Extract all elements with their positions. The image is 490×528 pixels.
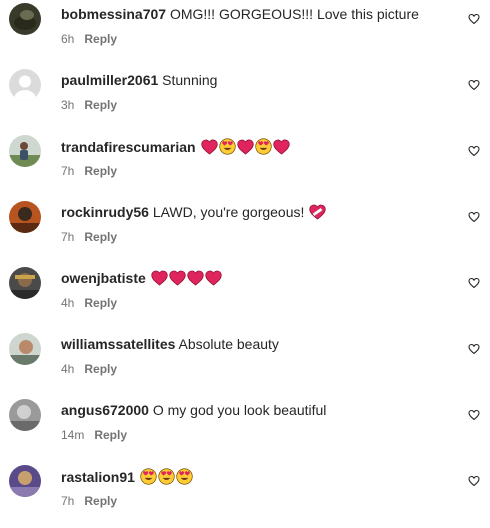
comment-body: O my god you look beautiful	[148, 402, 327, 418]
comment-body: OMG!!! GORGEOUS!!! Love this picture	[166, 6, 419, 22]
mending-heart-emoji	[309, 204, 326, 220]
like-heart-icon[interactable]	[468, 343, 480, 355]
comment-time: 7h	[61, 494, 75, 508]
red-heart-emoji	[169, 270, 186, 286]
red-heart-emoji	[151, 270, 168, 286]
comment-text: trandafirescumarian	[61, 138, 290, 156]
like-heart-icon[interactable]	[468, 475, 480, 487]
comment-meta: 6h Reply	[61, 32, 117, 46]
comment-text: paulmiller2061 Stunning	[61, 72, 217, 89]
comment-username[interactable]: paulmiller2061	[61, 72, 158, 88]
avatar[interactable]	[9, 3, 41, 35]
comment-body	[135, 469, 139, 485]
comment-item: rockinrudy56 LAWD, you're gorgeous! 7h Re…	[0, 198, 490, 264]
comment-username[interactable]: rastalion91	[61, 469, 135, 485]
comment-body	[146, 270, 150, 286]
like-heart-icon[interactable]	[468, 211, 480, 223]
comment-meta: 4h Reply	[61, 362, 117, 376]
like-heart-icon[interactable]	[468, 145, 480, 157]
comment-item: rastalion91 7h Reply	[0, 462, 490, 528]
comment-time: 14m	[61, 428, 85, 442]
comment-body	[196, 139, 200, 155]
avatar[interactable]	[9, 399, 41, 431]
comment-meta: 7h Reply	[61, 164, 117, 178]
like-heart-icon[interactable]	[468, 409, 480, 421]
comment-username[interactable]: williamssatellites	[61, 336, 175, 352]
avatar[interactable]	[9, 69, 41, 101]
avatar[interactable]	[9, 333, 41, 365]
heart-eyes-emoji	[140, 468, 157, 485]
like-heart-icon[interactable]	[468, 277, 480, 289]
reply-button[interactable]: Reply	[84, 230, 117, 244]
avatar[interactable]	[9, 201, 41, 233]
comment-meta: 3h Reply	[61, 98, 117, 112]
comment-time: 4h	[61, 362, 75, 376]
comment-username[interactable]: bobmessina707	[61, 6, 166, 22]
comment-time: 3h	[61, 98, 75, 112]
reply-button[interactable]: Reply	[84, 296, 117, 310]
red-heart-emoji	[236, 139, 254, 155]
reply-button[interactable]: Reply	[94, 428, 127, 442]
comment-time: 7h	[61, 164, 75, 178]
comment-item: owenjbatiste 4h Reply	[0, 264, 490, 330]
reply-button[interactable]: Reply	[84, 32, 117, 46]
reply-button[interactable]: Reply	[84, 98, 117, 112]
red-heart-emoji	[187, 270, 204, 286]
comment-item: trandafirescumarian 7h Reply	[0, 132, 490, 198]
comment-text: williamssatellites Absolute beauty	[61, 336, 279, 353]
comment-username[interactable]: trandafirescumarian	[61, 139, 196, 155]
avatar[interactable]	[9, 465, 41, 497]
comment-text: owenjbatiste	[61, 270, 222, 287]
red-heart-emoji	[200, 139, 218, 155]
comment-body: Stunning	[158, 72, 218, 88]
comment-item: paulmiller2061 Stunning 3h Reply	[0, 66, 490, 132]
heart-eyes-emoji	[176, 468, 193, 485]
like-heart-icon[interactable]	[468, 13, 480, 25]
comment-text: rastalion91	[61, 468, 193, 486]
red-heart-emoji	[205, 270, 222, 286]
comment-body: LAWD, you're gorgeous!	[148, 204, 309, 220]
reply-button[interactable]: Reply	[84, 494, 117, 508]
like-heart-icon[interactable]	[468, 79, 480, 91]
comment-body: Absolute beauty	[175, 336, 279, 352]
comment-text: rockinrudy56 LAWD, you're gorgeous!	[61, 204, 326, 221]
comment-text: angus672000 O my god you look beautiful	[61, 402, 326, 419]
comment-item: williamssatellites Absolute beauty 4h Rep…	[0, 330, 490, 396]
avatar[interactable]	[9, 135, 41, 167]
comment-item: angus672000 O my god you look beautiful …	[0, 396, 490, 462]
comment-list: bobmessina707 OMG!!! GORGEOUS!!! Love th…	[0, 0, 490, 520]
comment-meta: 7h Reply	[61, 494, 117, 508]
comment-username[interactable]: owenjbatiste	[61, 270, 146, 286]
heart-eyes-emoji	[218, 138, 236, 155]
comment-username[interactable]: angus672000	[61, 402, 149, 418]
comment-time: 6h	[61, 32, 75, 46]
comment-text: bobmessina707 OMG!!! GORGEOUS!!! Love th…	[61, 6, 419, 23]
reply-button[interactable]: Reply	[84, 362, 117, 376]
heart-eyes-emoji	[158, 468, 175, 485]
comment-time: 4h	[61, 296, 75, 310]
heart-eyes-emoji	[254, 138, 272, 155]
red-heart-emoji	[272, 139, 290, 155]
comment-meta: 14m Reply	[61, 428, 127, 442]
reply-button[interactable]: Reply	[84, 164, 117, 178]
comment-item: bobmessina707 OMG!!! GORGEOUS!!! Love th…	[0, 0, 490, 66]
comment-time: 7h	[61, 230, 75, 244]
comment-username[interactable]: rockinrudy56	[61, 204, 149, 220]
comment-meta: 7h Reply	[61, 230, 117, 244]
comment-meta: 4h Reply	[61, 296, 117, 310]
avatar[interactable]	[9, 267, 41, 299]
